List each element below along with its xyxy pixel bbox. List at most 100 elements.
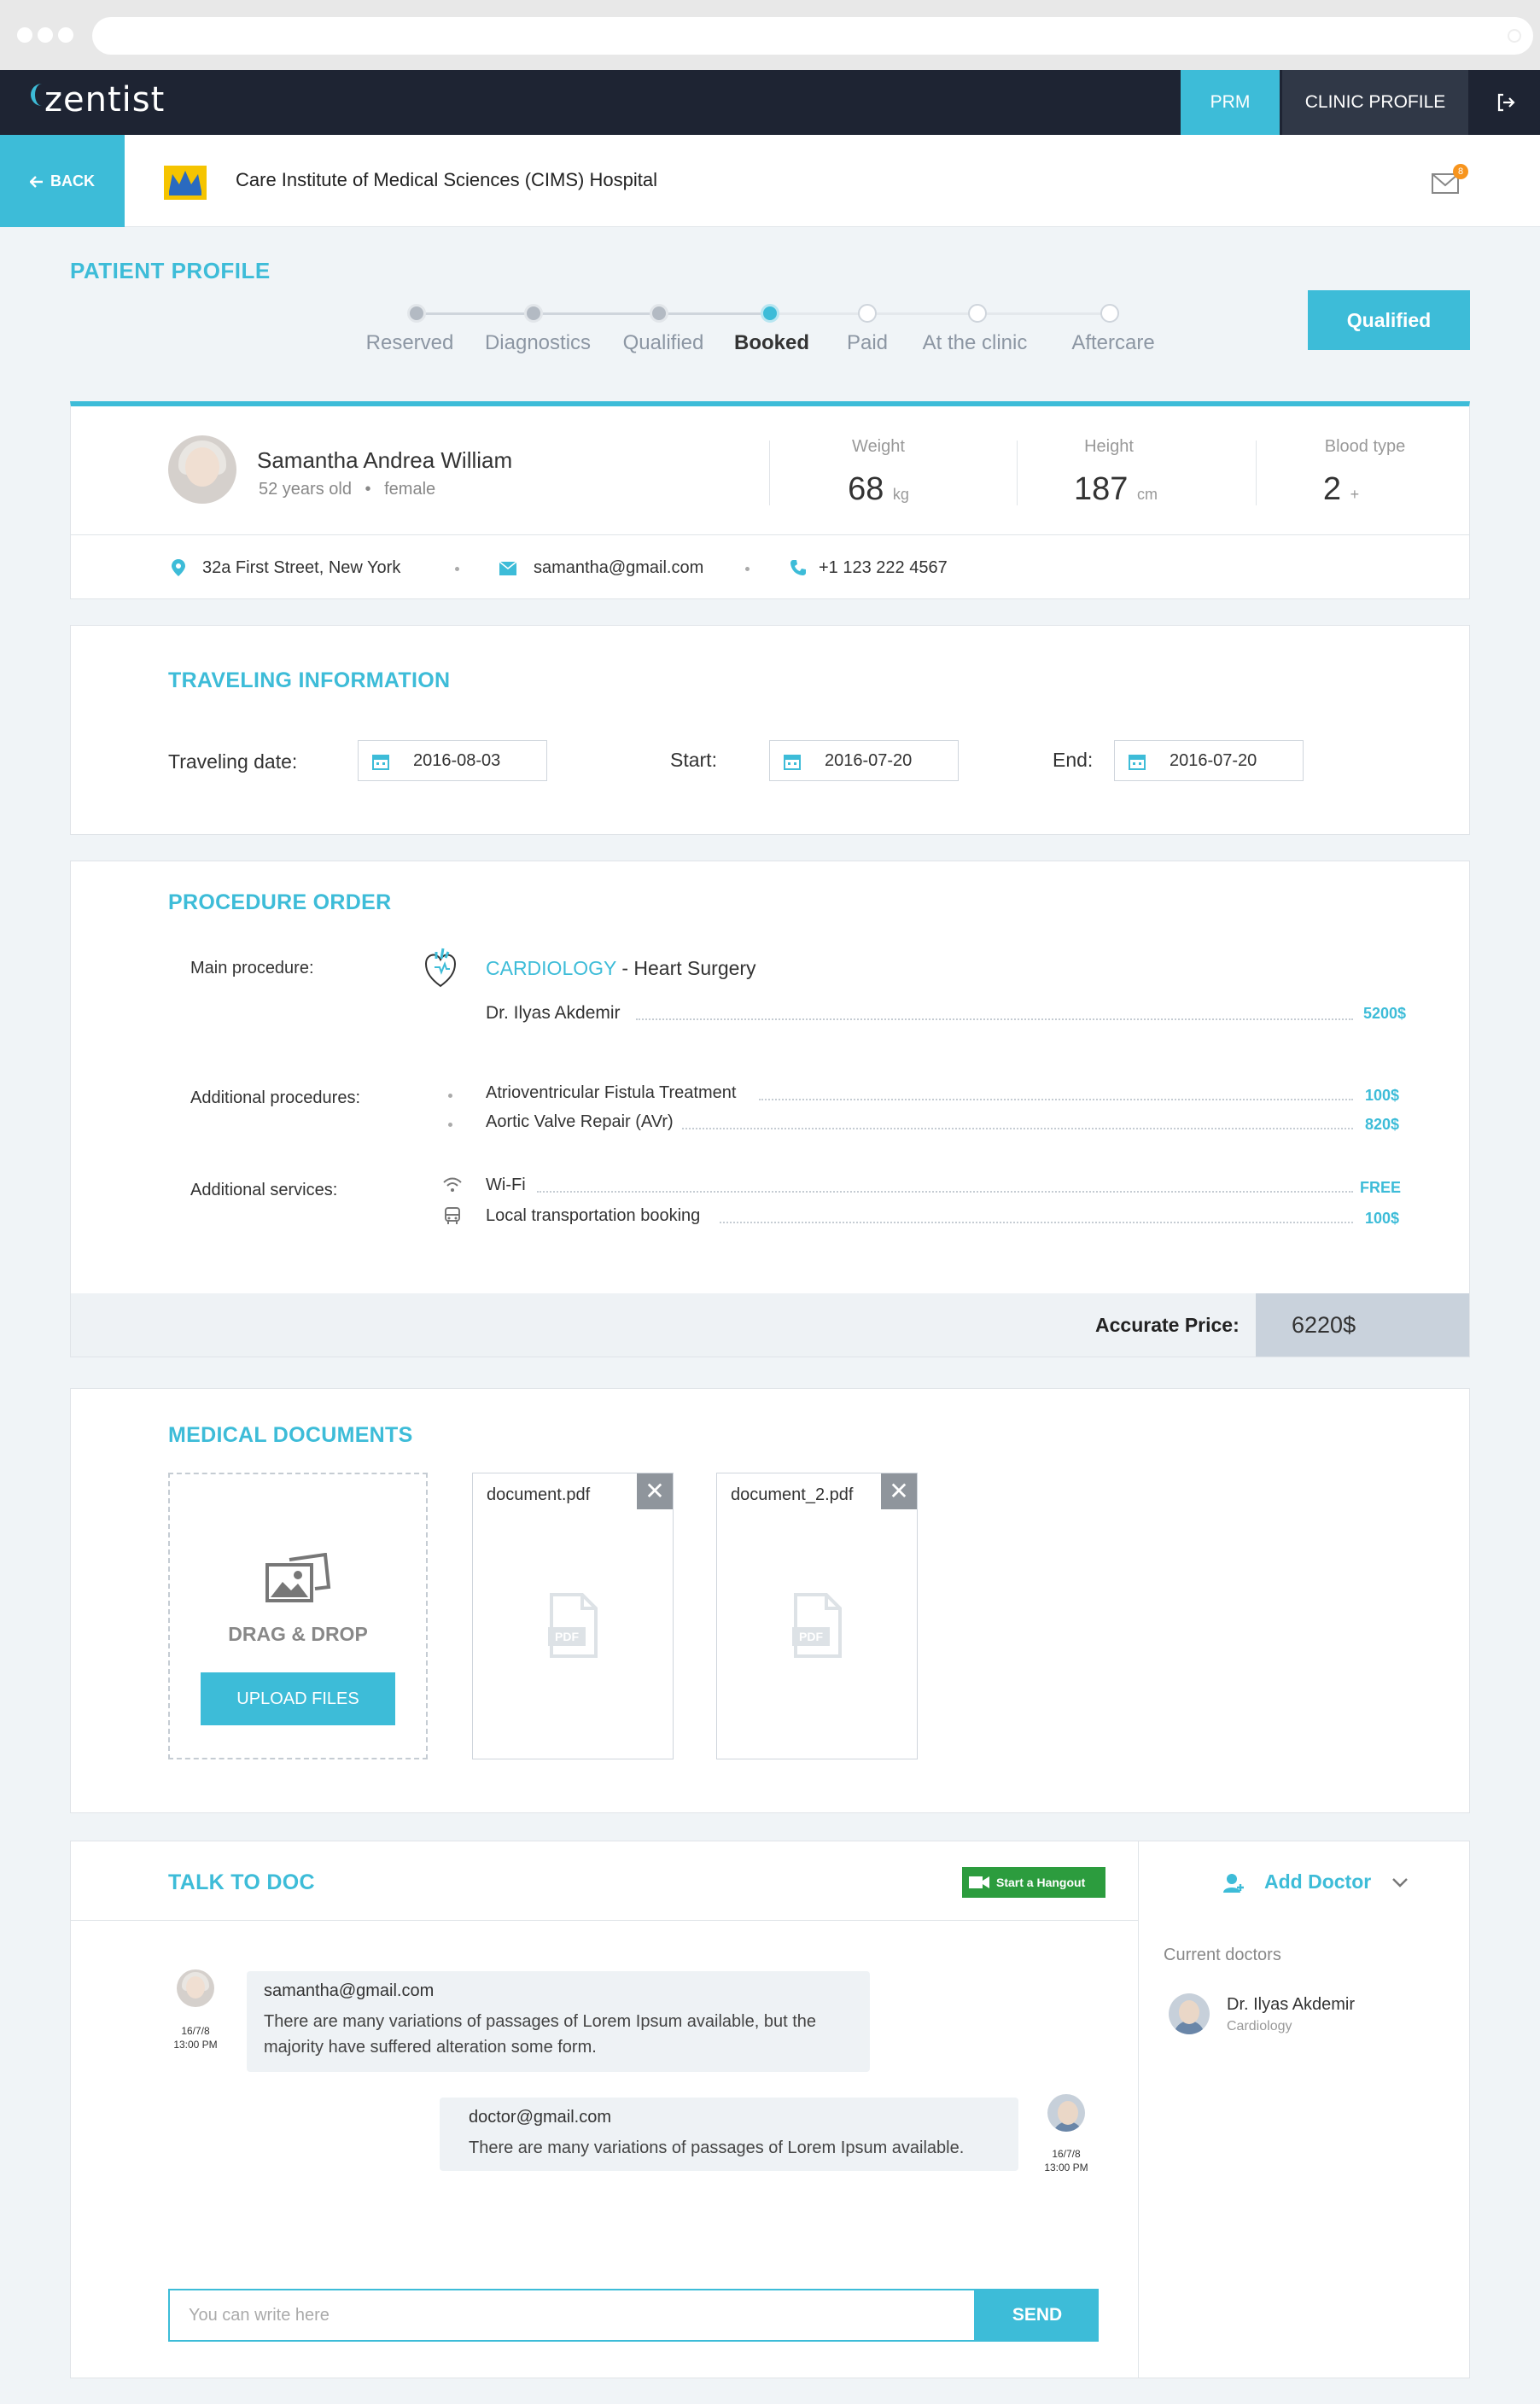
step-dot-booked[interactable]	[761, 304, 779, 323]
back-button[interactable]: BACK	[0, 135, 125, 227]
additional-services-label: Additional services:	[190, 1181, 338, 1199]
message-input-box	[168, 2289, 976, 2342]
calendar-icon	[372, 755, 389, 770]
document-file[interactable]: document_2.pdf ✕ PDF	[716, 1473, 918, 1759]
upload-files-button[interactable]: UPLOAD FILES	[201, 1672, 395, 1725]
hangout-label: Start a Hangout	[996, 1876, 1086, 1889]
current-doctor-name[interactable]: Dr. Ilyas Akdemir	[1227, 1995, 1355, 2015]
page-title: PATIENT PROFILE	[70, 258, 271, 283]
address-bar[interactable]	[92, 17, 1533, 55]
pdf-icon: PDF	[548, 1593, 598, 1658]
browser-bar	[0, 0, 1540, 70]
dotted-leader	[759, 1099, 1353, 1100]
message-timestamp: 16/7/8 13:00 PM	[1044, 2148, 1088, 2174]
blood-type-label: Blood type	[1324, 437, 1406, 456]
accurate-price-value: 6220$	[1256, 1293, 1469, 1357]
main-procedure-price: 5200$	[1362, 1005, 1406, 1022]
location-icon	[172, 559, 185, 576]
divider	[71, 1920, 1138, 1921]
price-footer: Accurate Price: 6220$	[71, 1293, 1469, 1357]
pdf-icon: PDF	[792, 1593, 842, 1658]
document-name: document.pdf	[487, 1485, 591, 1504]
logout-icon	[1497, 93, 1515, 112]
patient-avatar-small	[177, 1969, 214, 2007]
drop-zone[interactable]: DRAG & DROP UPLOAD FILES	[168, 1473, 428, 1759]
weight-value: 68 kg	[848, 471, 909, 507]
start-date-label: Start:	[670, 749, 717, 771]
app-logo[interactable]: zentist	[44, 80, 165, 120]
video-camera-icon	[969, 1876, 989, 1888]
additional-procedures-label: Additional procedures:	[190, 1088, 361, 1107]
chat-message: doctor@gmail.com There are many variatio…	[440, 2098, 1018, 2171]
back-label: BACK	[50, 172, 95, 190]
patient-gender: female	[384, 480, 436, 499]
drop-text: DRAG & DROP	[228, 1623, 368, 1645]
patient-card: Samantha Andrea William 52 years old • f…	[70, 401, 1470, 599]
step-dot-aftercare[interactable]	[1100, 304, 1119, 323]
current-doctors-label: Current doctors	[1164, 1946, 1281, 1964]
nav-clinic-profile[interactable]: CLINIC PROFILE	[1282, 70, 1468, 135]
top-nav: zentist PRM CLINIC PROFILE	[0, 70, 1540, 135]
logout-button[interactable]	[1470, 70, 1540, 135]
section-title-documents: MEDICAL DOCUMENTS	[168, 1423, 413, 1447]
remove-document-button[interactable]: ✕	[637, 1473, 673, 1509]
additional-procedure-price: 820$	[1364, 1116, 1399, 1133]
step-dot-reserved[interactable]	[407, 304, 426, 323]
blood-type-value: 2 +	[1322, 471, 1360, 507]
message-sender: samantha@gmail.com	[264, 1981, 435, 2000]
weight-label: Weight	[852, 437, 905, 456]
remove-document-button[interactable]: ✕	[881, 1473, 917, 1509]
procedure-card: PROCEDURE ORDER Main procedure: CARDIOLO…	[70, 861, 1470, 1357]
send-button[interactable]: SEND	[976, 2289, 1099, 2342]
back-arrow-icon	[29, 176, 43, 189]
step-label-aftercare[interactable]: Aftercare	[1036, 331, 1190, 355]
calendar-icon	[784, 755, 801, 770]
documents-card: MEDICAL DOCUMENTS DRAG & DROP UPLOAD FIL…	[70, 1388, 1470, 1813]
chevron-down-icon[interactable]	[1391, 1874, 1409, 1891]
document-file[interactable]: document.pdf ✕ PDF	[472, 1473, 674, 1759]
add-doctor-button[interactable]: Add Doctor	[1264, 1870, 1371, 1893]
dotted-leader	[682, 1128, 1353, 1129]
message-input[interactable]	[170, 2290, 974, 2340]
step-label-at-clinic[interactable]: At the clinic	[898, 331, 1052, 355]
main-procedure-name: CARDIOLOGY - Heart Surgery	[486, 957, 756, 980]
divider	[769, 441, 770, 505]
service-name: Local transportation booking	[486, 1206, 701, 1225]
current-doctor-specialty: Cardiology	[1227, 2019, 1292, 2033]
message-text: There are many variations of passages of…	[264, 2012, 817, 2057]
patient-name: Samantha Andrea William	[257, 447, 513, 473]
calendar-icon	[1129, 755, 1146, 770]
status-button[interactable]: Qualified	[1308, 290, 1470, 350]
start-hangout-button[interactable]: Start a Hangout	[962, 1867, 1105, 1898]
section-title-travel: TRAVELING INFORMATION	[168, 668, 451, 692]
traveling-date-label: Traveling date:	[168, 750, 298, 773]
dotted-leader	[636, 1018, 1353, 1020]
section-title-talk: TALK TO DOC	[168, 1870, 315, 1894]
traveling-date-field[interactable]: 2016-08-03	[358, 740, 547, 781]
step-dot-diagnostics[interactable]	[524, 304, 543, 323]
chat-message: samantha@gmail.com There are many variat…	[247, 1971, 870, 2072]
start-date-field[interactable]: 2016-07-20	[769, 740, 959, 781]
nav-prm[interactable]: PRM	[1181, 70, 1280, 135]
step-dot-qualified[interactable]	[650, 304, 668, 323]
step-dot-paid[interactable]	[858, 304, 877, 323]
reload-icon[interactable]	[1508, 29, 1521, 43]
doctor-avatar	[1169, 1993, 1210, 2034]
meta-separator: •	[365, 480, 371, 499]
window-dot	[17, 27, 32, 43]
end-date-field[interactable]: 2016-07-20	[1114, 740, 1304, 781]
patient-email[interactable]: samantha@gmail.com	[534, 558, 703, 578]
step-dot-at-clinic[interactable]	[968, 304, 987, 323]
dotted-leader	[537, 1191, 1353, 1193]
separator-dot	[455, 567, 459, 571]
service-price: 100$	[1364, 1210, 1399, 1227]
wifi-icon	[443, 1177, 462, 1192]
list-bullet	[448, 1094, 452, 1098]
divider	[71, 534, 1469, 535]
heart-icon	[424, 948, 457, 988]
patient-phone[interactable]: +1 123 222 4567	[819, 558, 948, 578]
separator-dot	[745, 567, 750, 571]
divider	[1138, 1841, 1139, 2378]
patient-address: 32a First Street, New York	[202, 558, 401, 577]
talk-card: TALK TO DOC Start a Hangout Add Doctor C…	[70, 1841, 1470, 2378]
